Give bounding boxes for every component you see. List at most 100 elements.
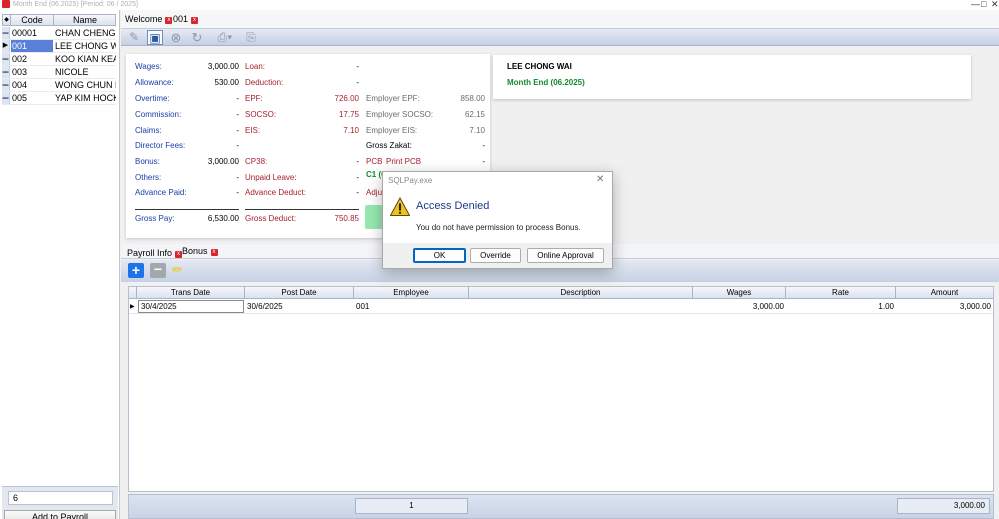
save-icon[interactable]: ▣ — [147, 30, 163, 45]
employee-row[interactable]: ▬ 003 NICOLE — [2, 66, 116, 79]
employee-name: KOO KIAN KEAT — [55, 54, 116, 64]
bonus-label: Bonus: — [135, 157, 160, 166]
warning-icon — [390, 197, 410, 216]
tab-label: Welcome — [125, 14, 163, 24]
ok-button[interactable]: OK — [413, 248, 466, 263]
epf-label: EPF: — [245, 94, 263, 103]
socso-label: SOCSO: — [245, 110, 277, 119]
online-approval-button[interactable]: Online Approval — [527, 248, 604, 263]
bonus-grid-footer — [128, 494, 994, 519]
employee-row[interactable]: ▬ 004 WONG CHUN H... — [2, 79, 116, 92]
print-icon[interactable]: ⎙▾ — [214, 30, 236, 45]
employer-socso-label: Employer SOCSO: — [366, 110, 434, 119]
cp38-value: - — [356, 157, 359, 166]
employee-row[interactable]: ▬ 005 YAP KIM HOCK — [2, 92, 116, 105]
column-header-trans-date[interactable]: Trans Date — [137, 287, 245, 299]
allowance-value: 530.00 — [214, 78, 239, 87]
add-to-payroll-button[interactable]: Add to Payroll — [4, 510, 116, 519]
row-indicator: ▬ — [2, 66, 10, 78]
tab-bonus[interactable]: Bonus x — [182, 245, 218, 258]
column-header-code[interactable]: Code — [11, 15, 54, 25]
advance-deduct-label: Advance Deduct: — [245, 188, 306, 197]
gross-zakat-value: - — [482, 141, 485, 150]
description-cell[interactable] — [469, 300, 693, 314]
wages-value: 3,000.00 — [207, 62, 239, 71]
commission-label: Commission: — [135, 110, 182, 119]
employee-count: 6 — [8, 491, 113, 505]
overtime-label: Overtime: — [135, 94, 170, 103]
advance-deduct-value: - — [356, 188, 359, 197]
employee-code: 001 — [11, 40, 53, 52]
employee-code: 00001 — [12, 28, 38, 38]
tab-label: Bonus — [182, 246, 208, 256]
cancel-icon[interactable]: ⊗ — [168, 30, 184, 45]
close-window-button[interactable]: ✕ — [991, 0, 999, 9]
employer-epf-value: 858.00 — [460, 94, 485, 103]
dialog-close-button[interactable]: ✕ — [596, 174, 604, 185]
employee-row-selected[interactable]: ▶ 001 LEE CHONG WAI — [2, 40, 116, 53]
column-header-rate[interactable]: Rate — [786, 287, 896, 299]
minimize-button[interactable]: — — [971, 0, 980, 9]
employee-code: 003 — [12, 67, 28, 77]
gross-deduct-separator — [245, 209, 359, 210]
pcb-label: PCB — [366, 157, 383, 166]
row-indicator: ▬ — [2, 92, 10, 104]
claims-value: - — [236, 126, 239, 135]
close-tab-icon[interactable]: x — [165, 17, 173, 24]
row-pointer-icon: ▶ — [130, 304, 135, 310]
close-tab-icon[interactable]: x — [191, 17, 199, 24]
allowance-label: Allowance: — [135, 78, 174, 87]
advance-paid-label: Advance Paid: — [135, 188, 187, 197]
column-header-description[interactable]: Description — [469, 287, 693, 299]
add-row-button[interactable]: + — [128, 263, 144, 278]
maximize-button[interactable]: □ — [981, 0, 986, 9]
document-tab-bar — [121, 10, 999, 29]
tab-payroll-info[interactable]: Payroll Info x — [127, 247, 183, 260]
overtime-value: - — [236, 94, 239, 103]
gross-zakat-label: Gross Zakat: — [366, 141, 412, 150]
title-bar — [0, 0, 999, 10]
refresh-icon[interactable]: ↻ — [189, 30, 205, 45]
row-indicator: ▬ — [2, 53, 10, 65]
column-header-post-date[interactable]: Post Date — [245, 287, 354, 299]
unpaid-leave-value: - — [356, 173, 359, 182]
override-button[interactable]: Override — [470, 248, 521, 263]
bonus-value: 3,000.00 — [207, 157, 239, 166]
column-header-employee[interactable]: Employee — [354, 287, 469, 299]
post-date-cell[interactable]: 30/6/2025 — [245, 300, 354, 314]
employee-code: 004 — [12, 80, 28, 90]
close-tab-icon[interactable]: x — [175, 251, 183, 258]
employee-row[interactable]: ▬ 002 KOO KIAN KEAT — [2, 53, 116, 66]
employee-row[interactable]: ▬ 00001 CHAN CHENG Y... — [2, 27, 116, 40]
export-icon[interactable]: ⎘ — [243, 30, 259, 45]
gross-deduct-value: 750.85 — [334, 214, 359, 223]
rate-cell[interactable]: 1.00 — [786, 300, 896, 314]
employer-eis-value: 7.10 — [469, 126, 485, 135]
tab-welcome[interactable]: Welcome x — [125, 13, 173, 26]
pencil-icon[interactable]: ✏ — [172, 262, 184, 278]
director-fees-label: Director Fees: — [135, 141, 186, 150]
tab-001[interactable]: 001 x — [173, 13, 199, 26]
tab-label: Payroll Info — [127, 248, 173, 258]
header-spacer — [129, 287, 137, 299]
amount-cell[interactable]: 3,000.00 — [896, 300, 993, 314]
trans-date-cell[interactable]: 30/4/2025 — [138, 300, 244, 313]
row-pointer-icon: ▶ — [2, 40, 10, 52]
print-pcb-link[interactable]: Print PCB — [386, 157, 421, 167]
unpaid-leave-label: Unpaid Leave: — [245, 173, 297, 182]
employee-cell[interactable]: 001 — [354, 300, 469, 314]
table-row[interactable]: ▶ 30/4/2025 30/6/2025 001 3,000.00 1.00 … — [129, 300, 993, 314]
loan-label: Loan: — [245, 62, 266, 71]
gross-deduct-label: Gross Deduct: — [245, 214, 297, 223]
pcb-value: - — [482, 157, 485, 166]
delete-row-button[interactable]: − — [150, 262, 166, 278]
column-header-wages[interactable]: Wages — [693, 287, 786, 299]
employee-name: WONG CHUN H... — [55, 80, 116, 90]
column-header-name[interactable]: Name — [54, 15, 116, 25]
wages-cell[interactable]: 3,000.00 — [693, 300, 786, 314]
window-title: Month End (06.2025) [Period: 06 / 2025] — [13, 1, 138, 8]
process-button[interactable] — [365, 205, 383, 229]
edit-document-icon[interactable]: ✎ — [126, 30, 142, 45]
close-tab-icon[interactable]: x — [210, 249, 218, 256]
column-header-amount[interactable]: Amount — [896, 287, 993, 299]
